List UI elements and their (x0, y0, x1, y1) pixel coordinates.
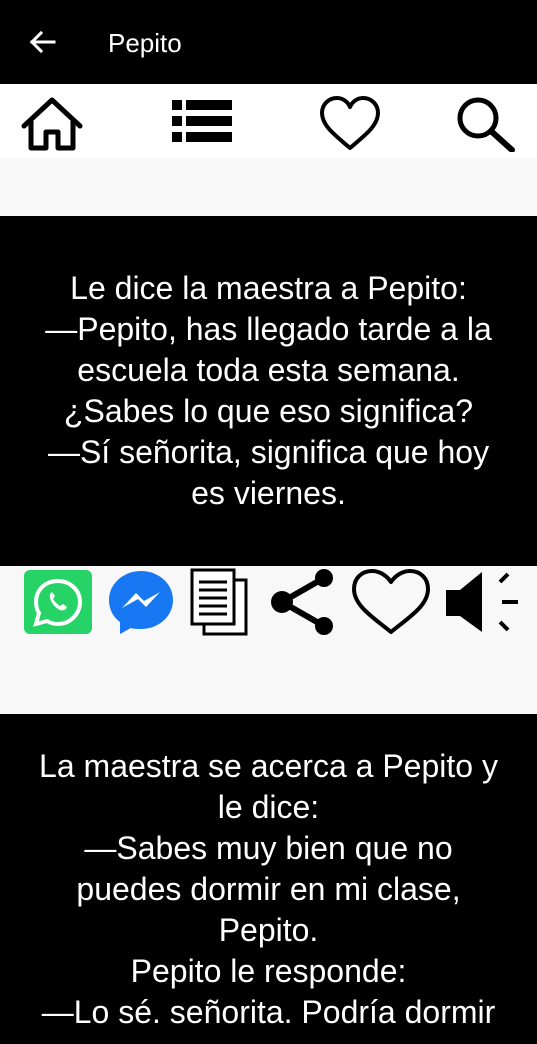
arrow-left-icon[interactable] (28, 28, 56, 56)
joke-card: Le dice la maestra a Pepito: —Pepito, ha… (0, 216, 537, 566)
copy-icon[interactable] (188, 568, 250, 636)
favorite-icon[interactable] (350, 568, 432, 636)
home-icon[interactable] (20, 94, 84, 152)
list-icon[interactable] (170, 94, 234, 152)
whatsapp-icon[interactable] (22, 568, 94, 636)
page-title: Pepito (108, 28, 182, 58)
app-bar: Pepito (0, 0, 537, 84)
search-icon[interactable] (454, 94, 518, 152)
top-toolbar (0, 84, 537, 158)
share-icon[interactable] (268, 568, 340, 636)
messenger-icon[interactable] (106, 568, 176, 636)
joke-text: La maestra se acerca a Pepito y le dice:… (39, 748, 498, 1030)
heart-outline-icon[interactable] (318, 94, 382, 152)
action-row (0, 566, 537, 714)
spacer (0, 158, 537, 216)
joke-text: Le dice la maestra a Pepito: —Pepito, ha… (45, 270, 492, 511)
joke-card: La maestra se acerca a Pepito y le dice:… (0, 714, 537, 1044)
speaker-icon[interactable] (442, 568, 522, 636)
